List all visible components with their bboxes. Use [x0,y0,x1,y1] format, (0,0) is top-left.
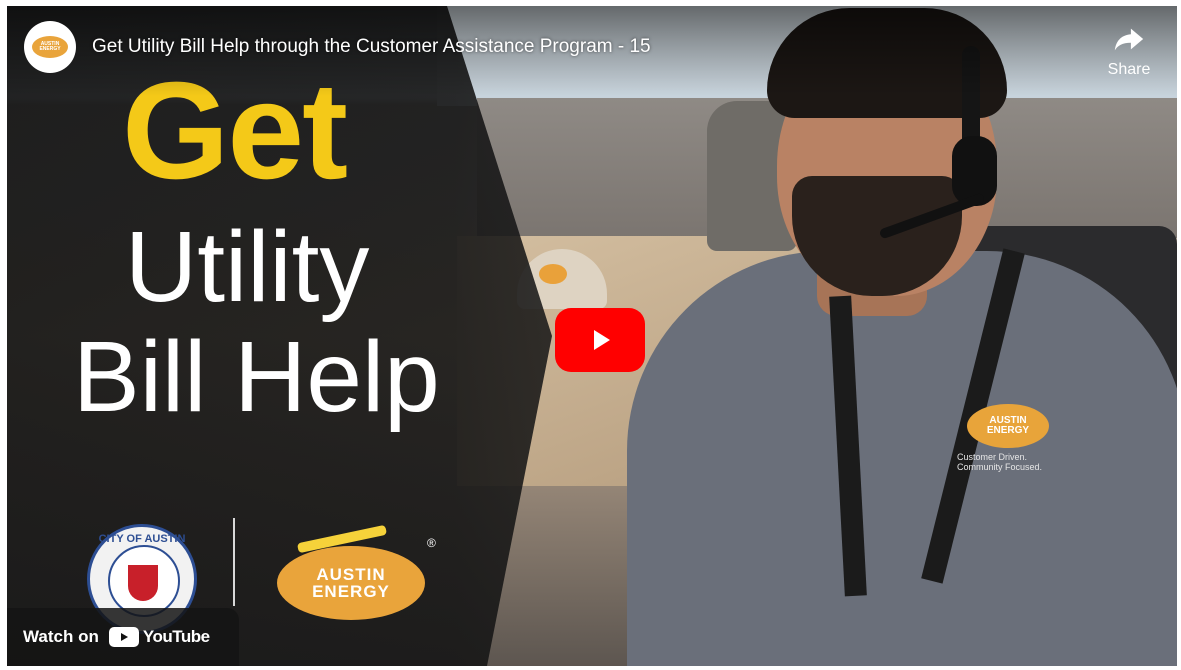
watch-on-youtube-button[interactable]: Watch on YouTube [7,608,239,666]
shirt-tagline: Customer Driven. Community Focused. [957,452,1043,472]
youtube-logo: YouTube [108,627,210,647]
share-label: Share [1107,61,1151,78]
video-title-link[interactable]: Get Utility Bill Help through the Custom… [92,36,651,58]
video-player[interactable]: AUSTIN ENERGY Customer Driven. Community … [7,6,1177,666]
cap-badge [539,264,567,284]
channel-avatar[interactable]: AUSTIN ENERGY [24,21,76,73]
youtube-icon [108,627,139,647]
play-icon [594,330,610,350]
logo-line1: AUSTIN [316,565,386,584]
headline-bill-help: Bill Help [73,321,440,433]
channel-logo-icon: AUSTIN ENERGY [32,36,68,58]
share-arrow-icon [1114,28,1144,51]
share-button[interactable]: Share [1097,24,1161,79]
logo-divider [233,518,235,606]
austin-energy-logo: AUSTIN ENERGY [277,546,425,620]
seal-shield-icon [128,565,158,601]
registered-mark: ® [427,536,436,550]
seal-text: CITY OF AUSTIN [98,533,186,545]
watch-on-label: Watch on [23,627,99,646]
headline-utility: Utility [125,211,370,323]
channel-logo-text: AUSTIN ENERGY [39,41,61,52]
shirt-logo-text: AUSTIN ENERGY [986,415,1030,436]
shirt-logo: AUSTIN ENERGY [967,404,1049,448]
play-button[interactable] [555,308,645,372]
logo-line2: ENERGY [312,582,390,601]
youtube-wordmark: YouTube [142,627,210,646]
